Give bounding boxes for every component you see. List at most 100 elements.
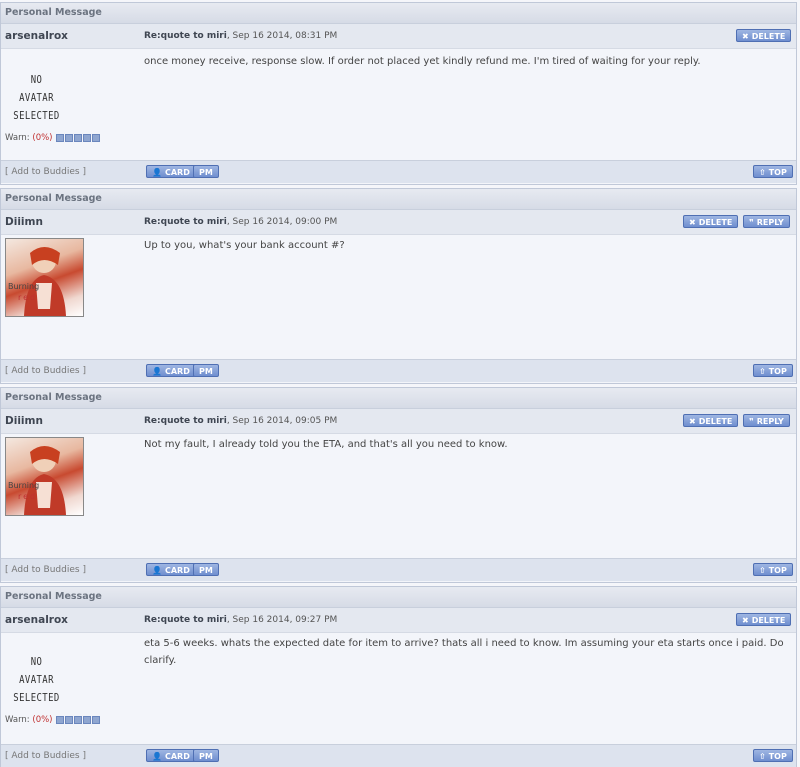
- delete-button[interactable]: ✖ DELETE: [683, 215, 739, 228]
- warn-label: Warn:: [5, 133, 30, 143]
- delete-label: DELETE: [698, 417, 733, 426]
- card-label: CARD: [164, 168, 190, 177]
- message-meta-row: arsenalrox Re:quote to miri, Sep 16 2014…: [1, 608, 796, 633]
- add-to-buddies-link[interactable]: [ Add to Buddies ]: [5, 565, 86, 575]
- quote-icon: ❞: [749, 218, 754, 227]
- message-1: Personal Message arsenalrox Re:quote to …: [0, 2, 797, 185]
- warn-label: Warn:: [5, 715, 30, 725]
- pm-button[interactable]: PM: [193, 749, 219, 762]
- top-button[interactable]: ⇧ TOP: [753, 364, 793, 377]
- author-name[interactable]: arsenalrox: [5, 614, 68, 626]
- warn-bar: [55, 133, 101, 143]
- card-button[interactable]: 👤 CARD: [146, 364, 196, 377]
- user-icon: 👤: [152, 367, 162, 376]
- card-button[interactable]: 👤 CARD: [146, 749, 196, 762]
- warn-bar: [55, 715, 101, 725]
- delete-label: DELETE: [698, 218, 733, 227]
- message-meta-row: Diiimn Re:quote to miri, Sep 16 2014, 09…: [1, 409, 796, 434]
- no-avatar-line2: SELECTED: [13, 692, 60, 704]
- avatar-caption-2: red: [18, 293, 37, 302]
- author-name[interactable]: arsenalrox: [5, 30, 68, 42]
- delete-label: DELETE: [751, 616, 786, 625]
- reply-label: REPLY: [756, 218, 784, 227]
- pm-button[interactable]: PM: [193, 364, 219, 377]
- no-avatar-placeholder: NO AVATAR SELECTED: [11, 653, 62, 707]
- author-name[interactable]: Diiimn: [5, 216, 43, 228]
- message-3: Personal Message Diiimn Re:quote to miri…: [0, 387, 797, 583]
- author-name[interactable]: Diiimn: [5, 415, 43, 427]
- top-label: TOP: [768, 168, 787, 177]
- arrow-up-icon: ⇧: [759, 168, 766, 177]
- add-to-buddies-link[interactable]: [ Add to Buddies ]: [5, 366, 86, 376]
- message-meta-row: arsenalrox Re:quote to miri, Sep 16 2014…: [1, 24, 796, 49]
- subject-text: Re:quote to miri: [144, 31, 227, 41]
- message-subject: Re:quote to miri, Sep 16 2014, 09:00 PM: [144, 217, 337, 227]
- close-icon: ✖: [742, 616, 749, 625]
- message-meta-row: Diiimn Re:quote to miri, Sep 16 2014, 09…: [1, 210, 796, 235]
- message-footer: [ Add to Buddies ] 👤 CARD PM ⇧ TOP: [1, 359, 796, 382]
- message-header: Personal Message: [1, 3, 796, 24]
- card-label: CARD: [164, 752, 190, 761]
- top-label: TOP: [768, 367, 787, 376]
- message-date: , Sep 16 2014, 09:00 PM: [226, 217, 338, 227]
- pm-label: PM: [199, 367, 213, 376]
- message-2: Personal Message Diiimn Re:quote to miri…: [0, 188, 797, 384]
- card-label: CARD: [164, 566, 190, 575]
- message-body: once money receive, response slow. If or…: [144, 56, 701, 67]
- reply-label: REPLY: [756, 417, 784, 426]
- message-subject: Re:quote to miri, Sep 16 2014, 09:27 PM: [144, 615, 337, 625]
- message-header: Personal Message: [1, 189, 796, 210]
- top-button[interactable]: ⇧ TOP: [753, 165, 793, 178]
- arrow-up-icon: ⇧: [759, 367, 766, 376]
- avatar-caption-1: Burning: [8, 481, 39, 490]
- top-button[interactable]: ⇧ TOP: [753, 563, 793, 576]
- no-avatar-line1: NO AVATAR: [19, 656, 54, 686]
- card-button[interactable]: 👤 CARD: [146, 563, 196, 576]
- message-4: Personal Message arsenalrox Re:quote to …: [0, 586, 797, 767]
- message-body: eta 5-6 weeks. whats the expected date f…: [144, 638, 784, 666]
- avatar-caption-1: Burning: [8, 282, 39, 291]
- subject-text: Re:quote to miri: [144, 217, 227, 227]
- subject-text: Re:quote to miri: [144, 615, 227, 625]
- top-button[interactable]: ⇧ TOP: [753, 749, 793, 762]
- reply-button[interactable]: ❞ REPLY: [743, 215, 790, 228]
- add-to-buddies-link[interactable]: [ Add to Buddies ]: [5, 751, 86, 761]
- user-icon: 👤: [152, 168, 162, 177]
- user-icon: 👤: [152, 752, 162, 761]
- arrow-up-icon: ⇧: [759, 752, 766, 761]
- pm-label: PM: [199, 168, 213, 177]
- no-avatar-line1: NO AVATAR: [19, 74, 54, 104]
- pm-button[interactable]: PM: [193, 563, 219, 576]
- message-subject: Re:quote to miri, Sep 16 2014, 09:05 PM: [144, 416, 337, 426]
- quote-icon: ❞: [749, 417, 754, 426]
- no-avatar-placeholder: NO AVATAR SELECTED: [11, 71, 62, 125]
- message-subject: Re:quote to miri, Sep 16 2014, 08:31 PM: [144, 31, 337, 41]
- add-to-buddies-link[interactable]: [ Add to Buddies ]: [5, 167, 86, 177]
- reply-button[interactable]: ❞ REPLY: [743, 414, 790, 427]
- message-footer: [ Add to Buddies ] 👤 CARD PM ⇧ TOP: [1, 160, 796, 183]
- message-header: Personal Message: [1, 587, 796, 608]
- delete-button[interactable]: ✖ DELETE: [736, 613, 792, 626]
- delete-button[interactable]: ✖ DELETE: [683, 414, 739, 427]
- close-icon: ✖: [742, 32, 749, 41]
- close-icon: ✖: [689, 218, 696, 227]
- top-label: TOP: [768, 752, 787, 761]
- message-date: , Sep 16 2014, 08:31 PM: [226, 31, 338, 41]
- card-button[interactable]: 👤 CARD: [146, 165, 196, 178]
- delete-button[interactable]: ✖ DELETE: [736, 29, 792, 42]
- no-avatar-line2: SELECTED: [13, 110, 60, 122]
- pm-label: PM: [199, 566, 213, 575]
- close-icon: ✖: [689, 417, 696, 426]
- card-label: CARD: [164, 367, 190, 376]
- message-header: Personal Message: [1, 388, 796, 409]
- top-label: TOP: [768, 566, 787, 575]
- avatar-caption-2: red: [18, 492, 37, 501]
- warn-percent: (0%): [32, 133, 53, 143]
- warn-level: Warn: (0%): [5, 133, 101, 143]
- message-date: , Sep 16 2014, 09:27 PM: [226, 615, 338, 625]
- subject-text: Re:quote to miri: [144, 416, 227, 426]
- message-body: Not my fault, I already told you the ETA…: [144, 439, 508, 450]
- message-footer: [ Add to Buddies ] 👤 CARD PM ⇧ TOP: [1, 744, 796, 767]
- warn-level: Warn: (0%): [5, 715, 101, 725]
- pm-button[interactable]: PM: [193, 165, 219, 178]
